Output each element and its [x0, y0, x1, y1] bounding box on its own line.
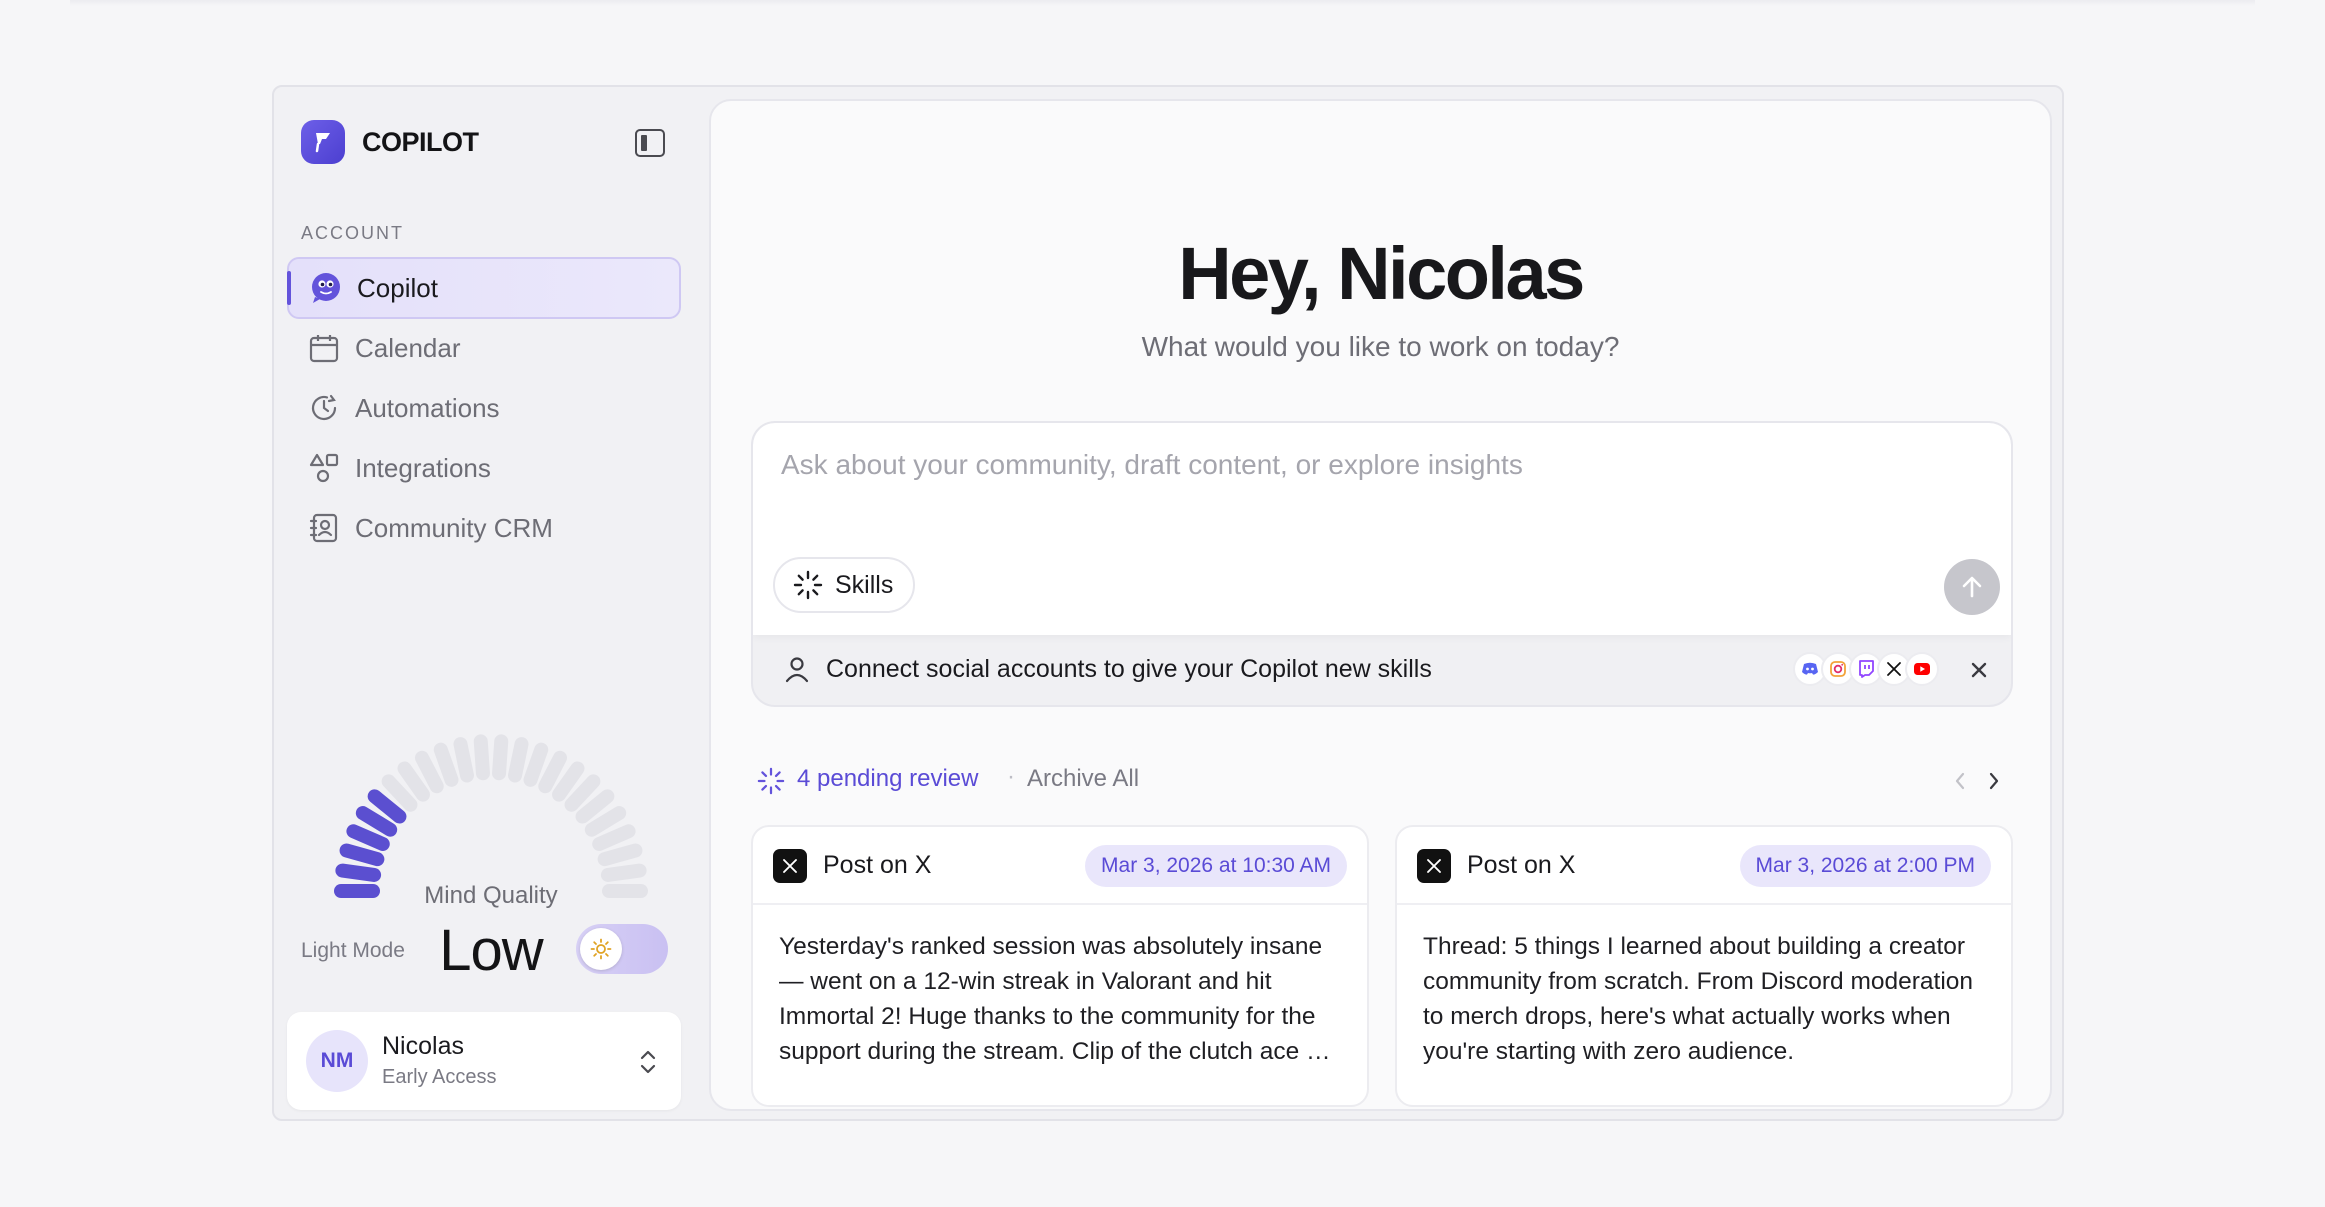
copilot-logo-icon — [301, 120, 345, 164]
light-mode-label: Light Mode — [301, 939, 405, 962]
gauge-segment-empty — [575, 789, 615, 824]
chevron-right-icon[interactable] — [1984, 769, 2004, 793]
chevron-up-down-icon — [640, 1050, 656, 1074]
gauge-segment-empty — [414, 750, 444, 794]
page-title: Hey, Nicolas — [1178, 232, 1585, 315]
gauge-segment-filled — [355, 806, 398, 837]
gauge-segment-empty — [397, 761, 430, 802]
sidebar-nav: Copilot Calendar Automations Integration… — [287, 257, 681, 559]
calendar-icon — [307, 331, 341, 365]
gauge-segment-empty — [584, 806, 627, 837]
sidebar-toggle-icon[interactable] — [635, 129, 665, 157]
separator-dot: · — [1007, 763, 1015, 790]
pending-review-link[interactable]: 4 pending review — [797, 765, 978, 793]
brand-name: COPILOT — [362, 126, 479, 157]
gauge-title: Mind Quality — [424, 882, 558, 909]
gauge-segment-empty — [552, 761, 585, 802]
social-icons — [1793, 652, 1939, 686]
sidebar-item-label: Automations — [355, 392, 500, 423]
brand[interactable]: COPILOT — [301, 120, 479, 164]
gauge-segment-filled — [339, 843, 385, 867]
gauge-arc — [334, 734, 648, 898]
card-body: Yesterday's ranked session was absolutel… — [779, 933, 1334, 1065]
sidebar-item-calendar[interactable]: Calendar — [287, 317, 681, 379]
copilot-face-icon — [309, 271, 343, 305]
skills-label: Skills — [835, 570, 894, 599]
send-button[interactable] — [1944, 559, 2000, 615]
sidebar-item-copilot[interactable]: Copilot — [287, 257, 681, 319]
automation-clock-icon — [307, 391, 341, 425]
x-logo-icon — [773, 849, 807, 883]
section-label-account: ACCOUNT — [301, 223, 404, 243]
contact-book-icon — [307, 511, 341, 545]
composer: Skills Connect social accounts to give y… — [751, 421, 2013, 707]
sidebar-item-label: Copilot — [357, 272, 438, 303]
arrow-up-icon — [1962, 576, 1982, 598]
page-subtitle: What would you like to work on today? — [1141, 331, 1620, 362]
chevron-left-icon[interactable] — [1950, 769, 1970, 793]
gauge-segment-empty — [508, 737, 529, 783]
light-mode-toggle[interactable] — [576, 924, 668, 974]
gauge-segment-empty — [433, 742, 459, 787]
card-header: Post on X Mar 3, 2026 at 2:00 PM — [1397, 827, 2011, 905]
main-panel: Hey, Nicolas What would you like to work… — [709, 99, 2052, 1111]
app-window: COPILOT ACCOUNT Copilot Calendar Automat… — [272, 85, 2064, 1121]
gauge-segment-empty — [600, 863, 647, 882]
card-type: Post on X — [1467, 851, 1576, 879]
sidebar-item-integrations[interactable]: Integrations — [287, 437, 681, 499]
close-icon[interactable] — [1966, 657, 1992, 683]
avatar: NM — [306, 1030, 368, 1092]
sidebar-item-label: Community CRM — [355, 512, 553, 543]
user-name: Nicolas — [382, 1032, 464, 1060]
gauge-segment-empty — [492, 734, 509, 781]
card-header: Post on X Mar 3, 2026 at 10:30 AM — [753, 827, 1367, 905]
user-plan: Early Access — [382, 1066, 497, 1088]
card-date-badge: Mar 3, 2026 at 10:30 AM — [1085, 845, 1347, 887]
card-type: Post on X — [823, 851, 932, 879]
connect-accounts-banner[interactable]: Connect social accounts to give your Cop… — [753, 635, 2011, 705]
gauge-segment-empty — [453, 737, 474, 783]
gauge-segment-empty — [523, 742, 549, 787]
gauge-segment-empty — [381, 774, 418, 812]
review-card[interactable]: Post on X Mar 3, 2026 at 10:30 AM Yester… — [751, 825, 1369, 1107]
spinner-icon — [793, 570, 823, 600]
sidebar-item-community-crm[interactable]: Community CRM — [287, 497, 681, 559]
gauge-segment-empty — [592, 824, 636, 851]
composer-input-area: Skills — [753, 423, 2011, 635]
skills-button[interactable]: Skills — [773, 557, 916, 613]
sun-icon — [580, 928, 622, 970]
user-profile-card[interactable]: NM Nicolas Early Access — [287, 1012, 681, 1110]
gauge-segment-filled — [335, 863, 382, 882]
x-logo-icon — [1417, 849, 1451, 883]
pending-spinner-icon — [757, 767, 785, 795]
gauge-segment-empty — [564, 774, 601, 812]
gauge-segment-filled — [367, 789, 407, 824]
gauge-segment-filled — [346, 824, 390, 851]
gauge-segment-empty — [597, 843, 643, 867]
gauge-segment-empty — [473, 734, 490, 781]
shapes-icon — [307, 451, 341, 485]
review-card[interactable]: Post on X Mar 3, 2026 at 2:00 PM Thread:… — [1395, 825, 2013, 1107]
chat-input[interactable] — [781, 445, 1931, 485]
sidebar: COPILOT ACCOUNT Copilot Calendar Automat… — [274, 87, 706, 1119]
youtube-icon — [1905, 652, 1939, 686]
sidebar-item-automations[interactable]: Automations — [287, 377, 681, 439]
review-bar: 4 pending review · Archive All — [757, 763, 2010, 799]
top-shadow — [70, 0, 2255, 6]
connect-accounts-text: Connect social accounts to give your Cop… — [826, 655, 1432, 683]
gauge-segment-empty — [538, 750, 568, 794]
card-body: Thread: 5 things I learned about buildin… — [1423, 933, 1974, 1065]
archive-all-button[interactable]: Archive All — [1027, 765, 1139, 793]
user-icon — [785, 657, 809, 683]
card-date-badge: Mar 3, 2026 at 2:00 PM — [1739, 845, 1991, 887]
sidebar-item-label: Integrations — [355, 452, 491, 483]
sidebar-item-label: Calendar — [355, 332, 461, 363]
